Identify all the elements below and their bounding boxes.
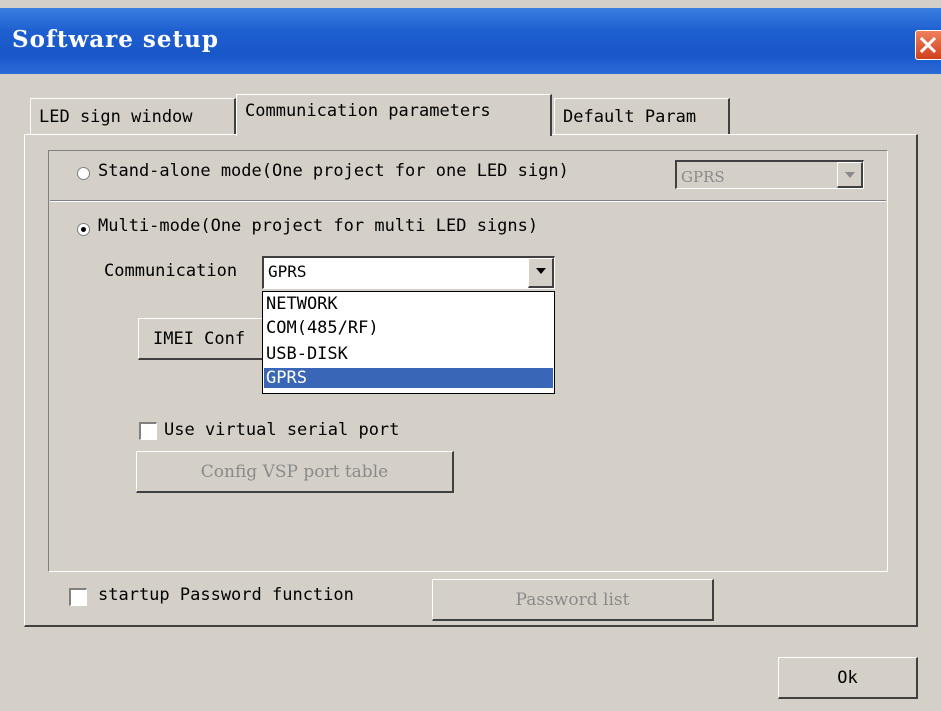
title-bar: Software setup	[0, 8, 941, 74]
imei-config-button[interactable]: IMEI Conf	[138, 318, 268, 360]
chevron-down-icon	[837, 162, 863, 188]
communication-select[interactable]: GPRS	[262, 256, 555, 289]
standalone-mode-label: Stand-alone mode(One project for one LED…	[98, 161, 569, 181]
standalone-mode-select-value: GPRS	[681, 168, 725, 186]
password-function-label: startup Password function	[98, 585, 354, 605]
ok-label: Ok	[837, 668, 858, 688]
communication-dropdown-list: NETWORK COM(485/RF) USB-DISK GPRS	[262, 291, 555, 394]
tab-label: Default Param	[563, 107, 697, 127]
standalone-mode-radio[interactable]	[77, 167, 90, 180]
tab-communication-parameters[interactable]: Communication parameters	[236, 94, 552, 136]
password-list-button[interactable]: Password list	[432, 579, 714, 621]
communication-select-value: GPRS	[268, 262, 307, 281]
list-item-selected[interactable]: GPRS	[264, 368, 553, 388]
config-vsp-label: Config VSP port table	[200, 462, 389, 482]
config-vsp-button[interactable]: Config VSP port table	[136, 451, 454, 493]
close-icon	[920, 37, 936, 53]
list-item[interactable]: USB-DISK	[264, 344, 553, 364]
password-list-label: Password list	[515, 590, 630, 610]
tab-led-sign-window[interactable]: LED sign window	[30, 98, 236, 134]
close-button[interactable]	[915, 30, 941, 60]
virtual-serial-checkbox[interactable]	[139, 422, 157, 440]
divider	[50, 200, 886, 202]
list-item[interactable]: NETWORK	[264, 294, 553, 314]
list-item[interactable]: COM(485/RF)	[264, 318, 553, 338]
tab-default-param[interactable]: Default Param	[554, 98, 730, 134]
window-title: Software setup	[12, 26, 219, 53]
tab-label: LED sign window	[39, 107, 193, 127]
ok-button[interactable]: Ok	[778, 657, 918, 699]
tab-label: Communication parameters	[245, 101, 491, 121]
password-checkbox[interactable]	[69, 588, 87, 606]
communication-label: Communication	[104, 261, 238, 281]
standalone-mode-select[interactable]: GPRS	[675, 160, 864, 189]
virtual-serial-label: Use virtual serial port	[164, 420, 400, 440]
multimode-radio[interactable]	[77, 223, 90, 236]
multimode-label: Multi-mode(One project for multi LED sig…	[98, 216, 539, 236]
chevron-down-icon[interactable]	[528, 258, 554, 288]
imei-config-label: IMEI Conf	[153, 329, 246, 349]
